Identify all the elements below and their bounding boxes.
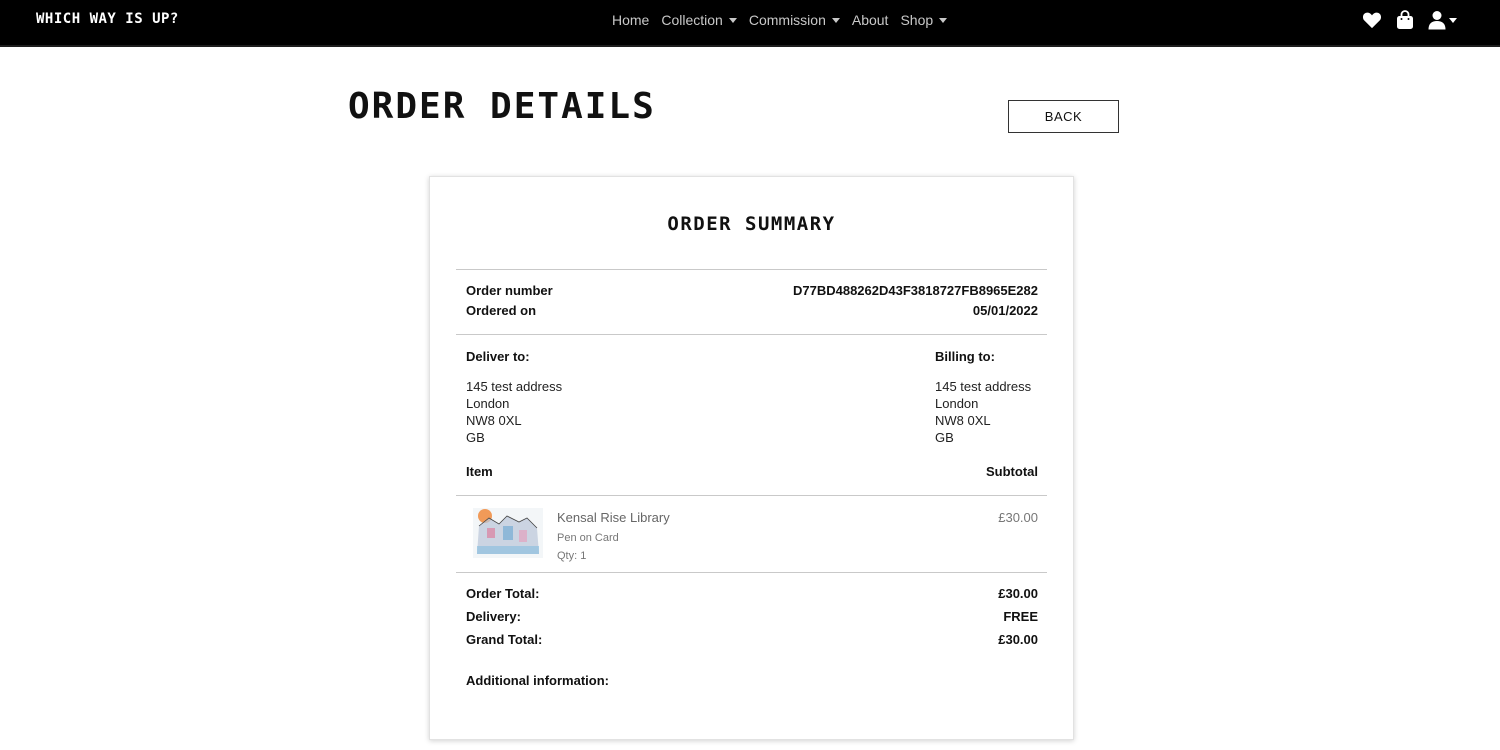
chevron-down-icon bbox=[939, 17, 948, 23]
ordered-on-label: Ordered on bbox=[466, 303, 537, 318]
divider bbox=[456, 269, 1047, 270]
top-navbar: Which Way Is Up? Home Collection Commiss… bbox=[0, 0, 1500, 47]
heart-icon[interactable] bbox=[1362, 11, 1382, 29]
delivery-value: FREE bbox=[1003, 609, 1038, 624]
address-line: NW8 0XL bbox=[466, 413, 522, 428]
nav-links: Home Collection Commission About Shop bbox=[612, 12, 959, 28]
nav-link-label: Shop bbox=[900, 12, 934, 28]
grand-total-label: Grand Total: bbox=[466, 632, 543, 647]
back-button[interactable]: BACK bbox=[1008, 100, 1119, 133]
nav-link-home[interactable]: Home bbox=[612, 12, 649, 28]
billing-to-label: Billing to: bbox=[935, 349, 995, 364]
delivery-label: Delivery: bbox=[466, 609, 521, 624]
order-summary-card: Order Summary Order number D77BD488262D4… bbox=[429, 176, 1074, 740]
user-menu[interactable] bbox=[1428, 10, 1457, 30]
subtotal-column-header: Subtotal bbox=[986, 464, 1038, 479]
ordered-on-value: 05/01/2022 bbox=[972, 303, 1038, 318]
item-name: Kensal Rise Library bbox=[557, 510, 670, 525]
divider bbox=[456, 495, 1047, 496]
nav-link-label: Home bbox=[612, 12, 650, 28]
divider bbox=[456, 334, 1047, 335]
address-line: 145 test address bbox=[466, 379, 563, 394]
order-number-label: Order number bbox=[466, 283, 553, 298]
order-total-label: Order Total: bbox=[466, 586, 540, 601]
nav-icons bbox=[1362, 10, 1471, 30]
order-number-value: D77BD488262D43F3818727FB8965E282 bbox=[792, 283, 1038, 298]
deliver-to-label: Deliver to: bbox=[466, 349, 530, 364]
address-line: London bbox=[466, 396, 510, 411]
user-icon bbox=[1428, 11, 1446, 30]
order-total-value: £30.00 bbox=[998, 586, 1038, 601]
additional-info-label: Additional information: bbox=[466, 673, 609, 688]
item-price: £30.00 bbox=[998, 510, 1038, 525]
brand-logo[interactable]: Which Way Is Up? bbox=[36, 11, 179, 27]
nav-link-about[interactable]: About bbox=[852, 12, 889, 28]
page-title: Order Details bbox=[348, 86, 656, 127]
item-medium: Pen on Card bbox=[557, 532, 619, 544]
chevron-down-icon bbox=[831, 17, 840, 23]
nav-link-label: About bbox=[851, 12, 889, 28]
item-column-header: Item bbox=[466, 464, 493, 479]
order-summary-title: Order Summary bbox=[667, 213, 836, 235]
nav-link-commission[interactable]: Commission bbox=[749, 12, 840, 28]
delivery-address: Deliver to: 145 test address London NW8 … bbox=[466, 348, 562, 446]
nav-link-label: Commission bbox=[748, 12, 826, 28]
divider bbox=[456, 572, 1047, 573]
address-line: 145 test address bbox=[935, 379, 1032, 394]
chevron-down-icon bbox=[728, 17, 737, 23]
nav-link-shop[interactable]: Shop bbox=[900, 12, 948, 28]
nav-link-collection[interactable]: Collection bbox=[661, 12, 737, 28]
chevron-down-icon bbox=[1449, 17, 1457, 23]
billing-address: Billing to: 145 test address London NW8 … bbox=[935, 348, 1031, 446]
address-line: London bbox=[935, 396, 979, 411]
nav-link-label: Collection bbox=[661, 12, 723, 28]
product-thumbnail[interactable] bbox=[473, 508, 543, 558]
item-quantity: Qty: 1 bbox=[557, 550, 587, 562]
address-line: NW8 0XL bbox=[935, 413, 991, 428]
address-line: GB bbox=[466, 430, 485, 445]
address-line: GB bbox=[935, 430, 954, 445]
shopping-bag-icon[interactable] bbox=[1396, 10, 1414, 30]
grand-total-value: £30.00 bbox=[998, 632, 1038, 647]
